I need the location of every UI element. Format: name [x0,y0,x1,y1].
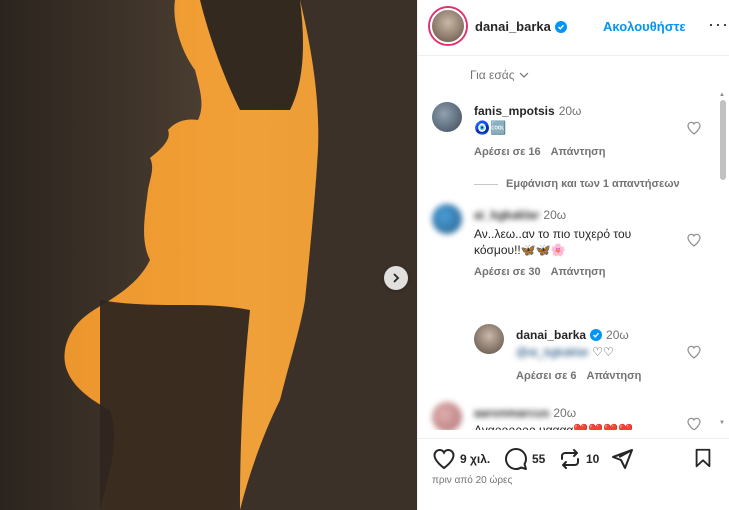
comment-text: Αγαρρρρρρ υαααα❤️❤️❤️❤️ [474,423,634,430]
comment-filter-dropdown[interactable]: Για εσάς [470,68,529,82]
comment-text: 🧿🆒 [474,120,507,135]
comment-time: 20ω [543,208,567,222]
reply-button[interactable]: Απάντηση [551,266,606,278]
avatar[interactable] [474,324,504,354]
view-replies-button[interactable]: Εμφάνιση και των 1 απαντήσεων [474,178,680,190]
scroll-up-arrow[interactable]: ▲ [719,92,725,98]
like-comment-icon[interactable] [686,120,702,136]
avatar[interactable] [432,402,462,430]
reply-button[interactable]: Απάντηση [587,370,642,382]
comments-list: fanis_mpotsis 20ω 🧿🆒 Αρέσει σε 16 Απάντηση… [418,96,729,430]
more-options-icon[interactable]: ··· [708,14,729,35]
comment-time: 20ω [558,104,582,118]
comment-icon [505,448,527,470]
comment-filter-label: Για εσάς [470,68,515,82]
post-header: danai_barka Ακολουθήστε ··· [418,0,729,56]
comments-count: 55 [532,452,546,466]
comment-meta: Αρέσει σε 16 Απάντηση [474,146,605,158]
author-username[interactable]: danai_barka [475,19,567,34]
divider [474,183,498,185]
post-panel: danai_barka Ακολουθήστε ··· Για εσάς fan… [417,0,729,510]
comment-username-text[interactable]: fanis_mpotsis [474,104,555,118]
next-image-button[interactable] [384,266,408,290]
comment-text-line: κόσμου!!🦋🦋🌸 [474,243,566,257]
comment-username[interactable]: aaronmarcus 20ω [474,406,576,420]
comment-time: 20ω [553,406,577,420]
comment-text-line: Αν..λεω..αν το πιο τυχερό του [474,227,632,241]
share-button[interactable] [610,447,634,471]
comment-likes[interactable]: Αρέσει σε 30 [474,266,541,278]
repost-button[interactable]: 10 [558,447,599,471]
comment-username[interactable]: ai_kgkaklar 20ω [474,208,566,222]
shadow-silhouette [0,0,417,510]
verified-icon [590,329,603,341]
comment-button[interactable]: 55 [504,447,545,471]
comment-likes[interactable]: Αρέσει σε 16 [474,146,541,158]
avatar[interactable] [430,8,466,44]
mention-link[interactable]: @ai_kgkaklar [516,345,589,359]
comment-username-text[interactable]: ai_kgkaklar [474,208,539,222]
heart-icon [433,448,455,470]
author-username-text[interactable]: danai_barka [475,19,551,34]
view-replies-label: Εμφάνιση και των 1 απαντήσεων [506,178,680,190]
comment-text: @ai_kgkaklar ♡♡ [516,344,614,360]
send-icon [612,449,633,469]
like-comment-icon[interactable] [686,232,702,248]
comment-meta: Αρέσει σε 6 Απάντηση [516,370,641,382]
comment-username-text[interactable]: danai_barka [516,328,586,342]
avatar[interactable] [432,102,462,132]
avatar[interactable] [432,204,462,234]
like-comment-icon[interactable] [686,344,702,360]
reposts-count: 10 [586,452,600,466]
comment-time: 20ω [606,328,629,342]
repost-icon [561,449,579,469]
comment-likes[interactable]: Αρέσει σε 6 [516,370,577,382]
comment-username[interactable]: danai_barka 20ω [516,328,629,342]
like-comment-icon[interactable] [686,416,702,430]
comments-scrollbar[interactable] [720,100,726,180]
follow-button[interactable]: Ακολουθήστε [603,19,686,34]
like-button[interactable]: 9 χιλ. [432,447,490,471]
comment-username-text[interactable]: aaronmarcus [474,406,549,420]
post-timestamp: πριν από 20 ώρες [432,475,513,486]
bookmark-icon [695,448,711,468]
reply-button[interactable]: Απάντηση [551,146,606,158]
verified-icon [554,20,567,33]
chevron-down-icon [519,72,528,78]
post-photo[interactable] [0,0,417,510]
chevron-right-icon [393,273,400,283]
action-bar: 9 χιλ. 55 10 [418,438,729,474]
likes-count: 9 χιλ. [460,452,491,466]
save-button[interactable] [692,447,714,469]
comment-text: Αν..λεω..αν το πιο τυχερό του κόσμου!!🦋🦋… [474,226,631,258]
scroll-down-arrow[interactable]: ▼ [719,420,725,426]
comment-text-body: ♡♡ [592,345,614,359]
comment-meta: Αρέσει σε 30 Απάντηση [474,266,605,278]
comment-username[interactable]: fanis_mpotsis 20ω [474,104,581,118]
